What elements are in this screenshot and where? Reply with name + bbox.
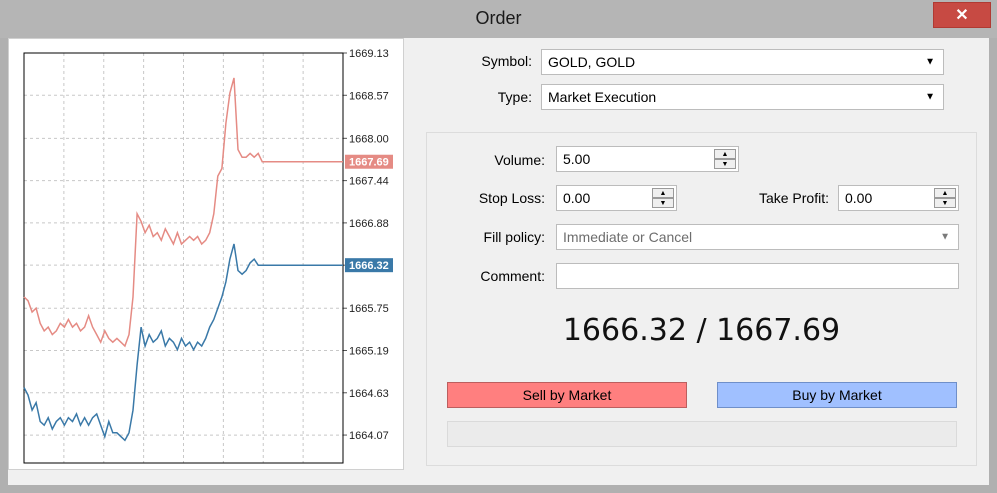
take-profit-input[interactable]: 0.00 ▲ ▼ xyxy=(838,185,959,211)
stop-loss-input[interactable]: 0.00 ▲ ▼ xyxy=(556,185,677,211)
y-tick-label: 1665.75 xyxy=(349,303,389,315)
bid-price-line xyxy=(23,243,343,442)
comment-input[interactable] xyxy=(556,263,959,289)
type-label: Type: xyxy=(497,89,532,105)
close-button[interactable]: ✕ xyxy=(933,2,991,28)
ask-price-label: 1667.69 xyxy=(349,157,389,169)
dialog-client: 1669.13 1668.57 1668.00 1667.44 1666.88 1666.… xyxy=(8,38,989,485)
buy-by-market-button[interactable]: Buy by Market xyxy=(717,382,957,408)
fill-policy-label: Fill policy: xyxy=(483,229,545,245)
dropdown-arrow-icon: ▼ xyxy=(940,231,950,243)
stop-loss-stepper[interactable]: ▲ ▼ xyxy=(652,188,674,208)
bid-ask-quote: 1666.32 / 1667.69 xyxy=(562,313,841,348)
bid-price-label: 1666.32 xyxy=(349,260,389,272)
spin-up-icon[interactable]: ▲ xyxy=(714,149,736,159)
y-tick-label: 1668.57 xyxy=(349,90,389,102)
close-icon: ✕ xyxy=(955,7,969,24)
y-tick-label: 1669.13 xyxy=(349,48,389,60)
fill-policy-value: Immediate or Cancel xyxy=(563,229,693,245)
stop-loss-label: Stop Loss: xyxy=(478,190,545,206)
y-tick-label: 1664.07 xyxy=(349,430,389,442)
y-tick-label: 1666.88 xyxy=(349,218,389,230)
tick-chart: 1669.13 1668.57 1668.00 1667.44 1666.88 1666.… xyxy=(8,38,404,470)
spin-down-icon[interactable]: ▼ xyxy=(714,159,736,169)
window-title: Order xyxy=(475,8,522,28)
symbol-select[interactable]: GOLD, GOLD ▼ xyxy=(541,49,944,75)
spin-down-icon[interactable]: ▼ xyxy=(652,198,674,208)
type-select[interactable]: Market Execution ▼ xyxy=(541,84,944,110)
status-bar xyxy=(447,421,957,447)
spin-up-icon[interactable]: ▲ xyxy=(652,188,674,198)
symbol-value: GOLD, GOLD xyxy=(548,54,636,70)
order-parameters-panel: Volume: 5.00 ▲ ▼ Stop Loss: 0.00 ▲ ▼ Tak… xyxy=(426,132,977,466)
fill-policy-select[interactable]: Immediate or Cancel ▼ xyxy=(556,224,959,250)
take-profit-value: 0.00 xyxy=(845,190,873,206)
y-tick-label: 1665.19 xyxy=(349,345,389,357)
volume-stepper[interactable]: ▲ ▼ xyxy=(714,149,736,169)
dropdown-arrow-icon: ▼ xyxy=(925,56,935,68)
take-profit-stepper[interactable]: ▲ ▼ xyxy=(934,188,956,208)
dropdown-arrow-icon: ▼ xyxy=(925,91,935,103)
sell-by-market-button[interactable]: Sell by Market xyxy=(447,382,687,408)
spin-down-icon[interactable]: ▼ xyxy=(934,198,956,208)
volume-label: Volume: xyxy=(494,152,545,168)
order-window: Order ✕ 1669.13 1668.57 1668.00 1667.44 1666… xyxy=(0,0,997,493)
volume-value: 5.00 xyxy=(563,151,591,167)
tick-chart-svg: 1669.13 1668.57 1668.00 1667.44 1666.88 1666.… xyxy=(23,48,393,464)
volume-input[interactable]: 5.00 ▲ ▼ xyxy=(556,146,739,172)
title-bar[interactable]: Order ✕ xyxy=(0,0,997,38)
take-profit-label: Take Profit: xyxy=(758,190,829,206)
spin-up-icon[interactable]: ▲ xyxy=(934,188,956,198)
y-tick-label: 1667.44 xyxy=(349,176,389,188)
stop-loss-value: 0.00 xyxy=(563,190,591,206)
comment-label: Comment: xyxy=(480,268,545,284)
y-tick-label: 1664.63 xyxy=(349,388,389,400)
type-value: Market Execution xyxy=(548,89,657,105)
symbol-label: Symbol: xyxy=(481,53,532,69)
y-tick-label: 1668.00 xyxy=(349,133,389,145)
